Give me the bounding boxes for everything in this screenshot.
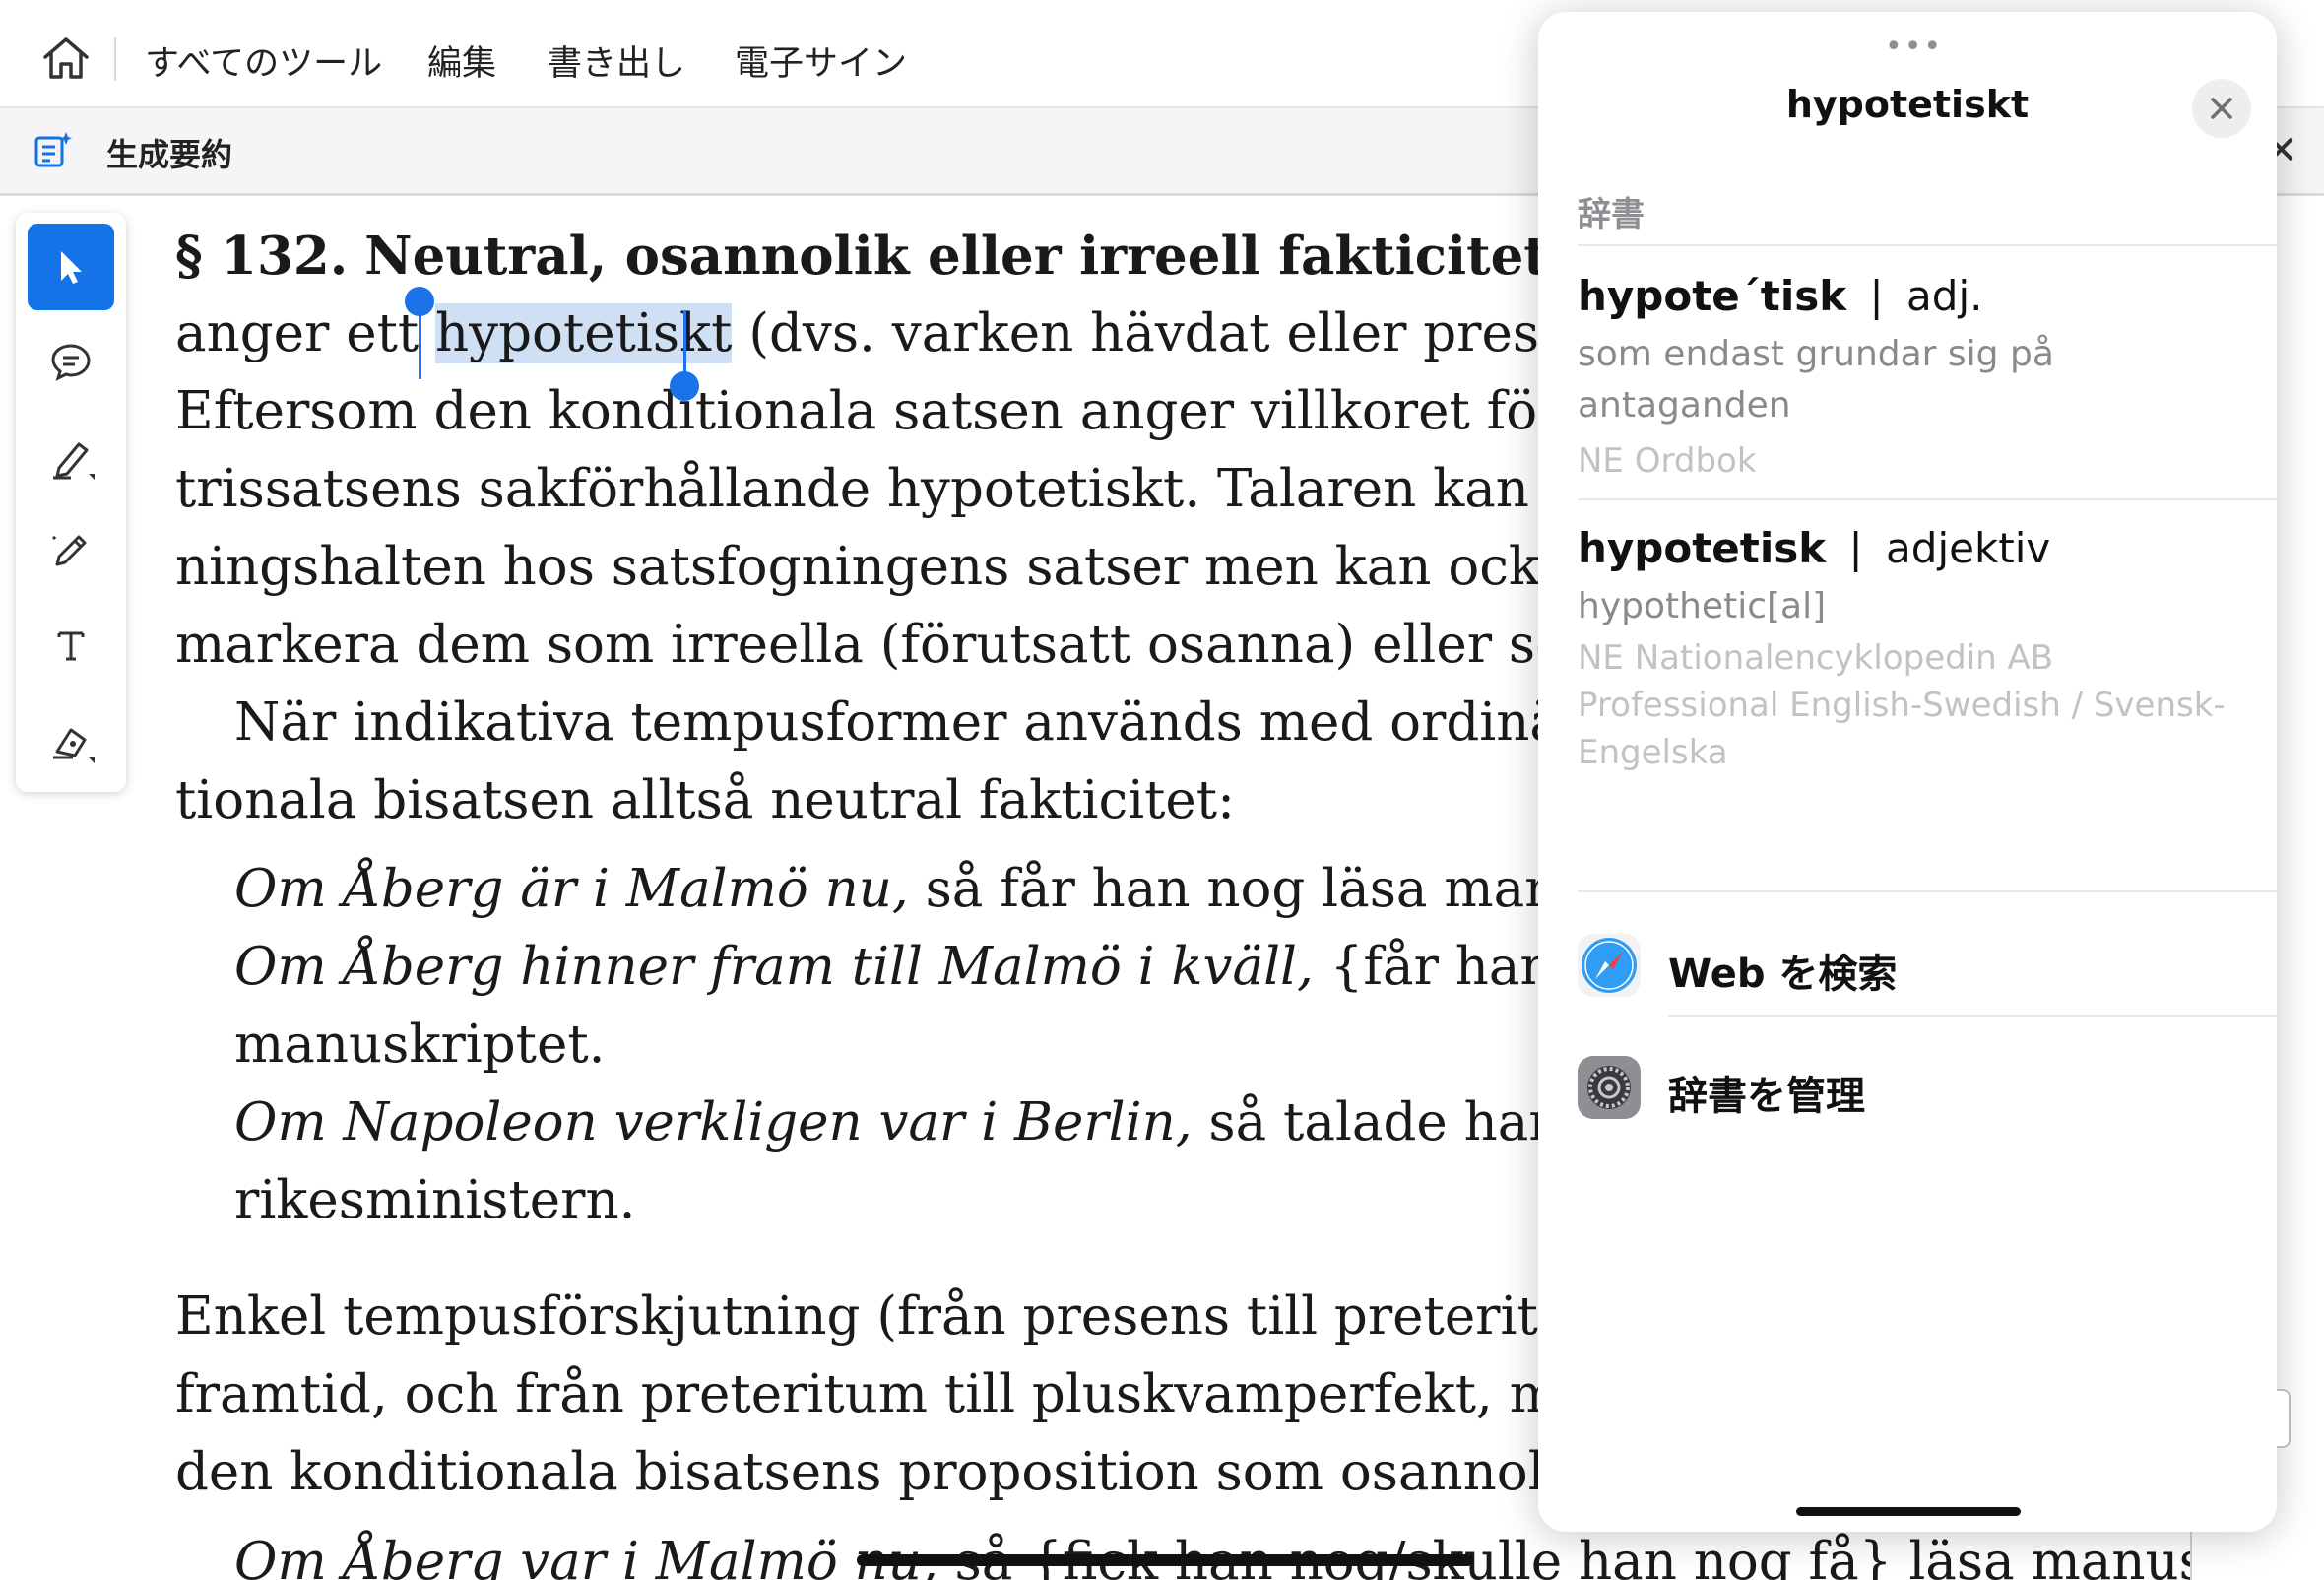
- section-number: § 132.: [175, 226, 349, 287]
- close-button[interactable]: [2192, 79, 2251, 138]
- safari-icon: [1578, 934, 1641, 997]
- doc-line-8: tionala bisatsen alltså neutral fakticit…: [175, 770, 1235, 830]
- home-indicator: [1796, 1507, 2021, 1516]
- menu-export[interactable]: 書き出し: [548, 35, 685, 86]
- system-bottom-bar: [857, 1554, 1473, 1566]
- example-3-cont: rikesministern.: [234, 1170, 636, 1230]
- pencil-icon: [51, 533, 87, 566]
- menu-e-sign[interactable]: 電子サイン: [735, 35, 907, 86]
- tool-palette: [16, 213, 126, 792]
- entry-separator: |: [1869, 272, 1884, 320]
- entry-source: NE Nationalencyklopedin AB Professional …: [1578, 638, 2226, 772]
- example-italic: Om Åberg hinner fram till Malmö i kväll,: [234, 937, 1314, 997]
- generative-summary-label[interactable]: 生成要約: [106, 130, 232, 175]
- example-italic: Om Åberg var i Malmö nu,: [234, 1532, 938, 1580]
- selected-word[interactable]: hypotetiskt: [435, 303, 733, 363]
- entry-headword: hypote´tisk: [1578, 272, 1847, 320]
- manage-dictionaries-label: 辞書を管理: [1668, 1074, 1865, 1119]
- manage-dictionaries-row[interactable]: 辞書を管理: [1538, 1026, 2277, 1145]
- section-title: Neutral, osannolik eller irreell faktici…: [364, 226, 1567, 287]
- cursor-arrow-icon: [61, 251, 82, 284]
- example-italic: Om Åberg är i Malmö nu,: [234, 859, 909, 919]
- selection-end-handle[interactable]: [670, 371, 699, 401]
- example-italic: Om Napoleon verkligen var i Berlin,: [234, 1092, 1193, 1152]
- lookup-title: hypotetiskt: [1785, 83, 2030, 126]
- entry-separator: |: [1848, 524, 1863, 572]
- doc-text: (dvs. varken hävdat eller presupp: [732, 303, 1641, 363]
- search-web-label: Web を検索: [1668, 952, 1898, 997]
- doc-line-p2-3: den konditionala bisatsens proposition s…: [175, 1442, 1706, 1502]
- divider: [1578, 498, 2277, 500]
- lookup-panel: ••• hypotetiskt 辞書 hypote´tisk | adj. so…: [1538, 12, 2277, 1532]
- divider: [1668, 1015, 2277, 1017]
- settings-gear-icon: [1578, 1056, 1641, 1119]
- doc-line-heading: § 132. Neutral, osannolik eller irreell …: [175, 227, 1655, 287]
- more-options-grabber[interactable]: •••: [1885, 30, 1943, 64]
- doc-line-5: ningshalten hos satsfogningens satser me…: [175, 537, 1705, 597]
- doc-line-p2-1: Enkel tempusförskjutning (från presens t…: [175, 1286, 1735, 1347]
- page-edge-tab[interactable]: [2277, 1389, 2291, 1448]
- entry-part-of-speech: adj.: [1906, 272, 1983, 320]
- menu-divider: [114, 37, 116, 81]
- example-2-cont: manuskriptet.: [234, 1015, 606, 1075]
- entry-source: NE Ordbok: [1578, 441, 1757, 481]
- entry-headword: hypotetisk: [1578, 524, 1827, 572]
- select-tool[interactable]: [28, 224, 114, 310]
- text-t-icon: [57, 631, 85, 661]
- entry-definition: hypothetic[al]: [1578, 586, 1827, 626]
- search-web-row[interactable]: Web を検索: [1538, 904, 2277, 1022]
- divider: [1578, 244, 2277, 246]
- example-3: Om Napoleon verkligen var i Berlin, så t…: [234, 1093, 1745, 1152]
- entry-part-of-speech: adjektiv: [1886, 524, 2051, 572]
- sign-tool[interactable]: [28, 696, 114, 783]
- home-icon[interactable]: [39, 33, 93, 83]
- entry-definition: som endast grundar sig på antaganden: [1578, 334, 2054, 426]
- close-icon: [2211, 98, 2232, 119]
- highlighter-icon: [53, 442, 95, 480]
- generative-summary-icon[interactable]: [33, 130, 73, 169]
- divider: [1578, 890, 2277, 892]
- doc-line-7: När indikativa tempusformer används med …: [234, 692, 1701, 753]
- doc-text: anger ett: [175, 303, 436, 363]
- highlight-tool[interactable]: [28, 413, 114, 499]
- selection-start-handle[interactable]: [405, 287, 434, 316]
- menu-all-tools[interactable]: すべてのツール: [145, 35, 382, 86]
- dictionary-entry-2-head: hypotetisk | adjektiv: [1578, 524, 2050, 572]
- comment-icon: [51, 344, 91, 381]
- doc-line-3: Eftersom den konditionala satsen anger v…: [175, 381, 1706, 441]
- doc-line-4: trissatsens sakförhållande hypotetiskt. …: [175, 459, 1687, 519]
- dictionary-entry-1-head: hypote´tisk | adj.: [1578, 272, 1982, 320]
- pen-nib-icon: [53, 728, 95, 763]
- text-tool[interactable]: [28, 602, 114, 689]
- dictionary-section-label: 辞書: [1578, 195, 1645, 234]
- doc-line-2: anger ett hypotetiskt (dvs. varken hävda…: [175, 303, 1641, 363]
- draw-tool[interactable]: [28, 507, 114, 594]
- doc-line-p2-2: framtid, och från preteritum till pluskv…: [175, 1364, 1674, 1424]
- menu-edit[interactable]: 編集: [427, 35, 496, 86]
- comment-tool[interactable]: [28, 318, 114, 405]
